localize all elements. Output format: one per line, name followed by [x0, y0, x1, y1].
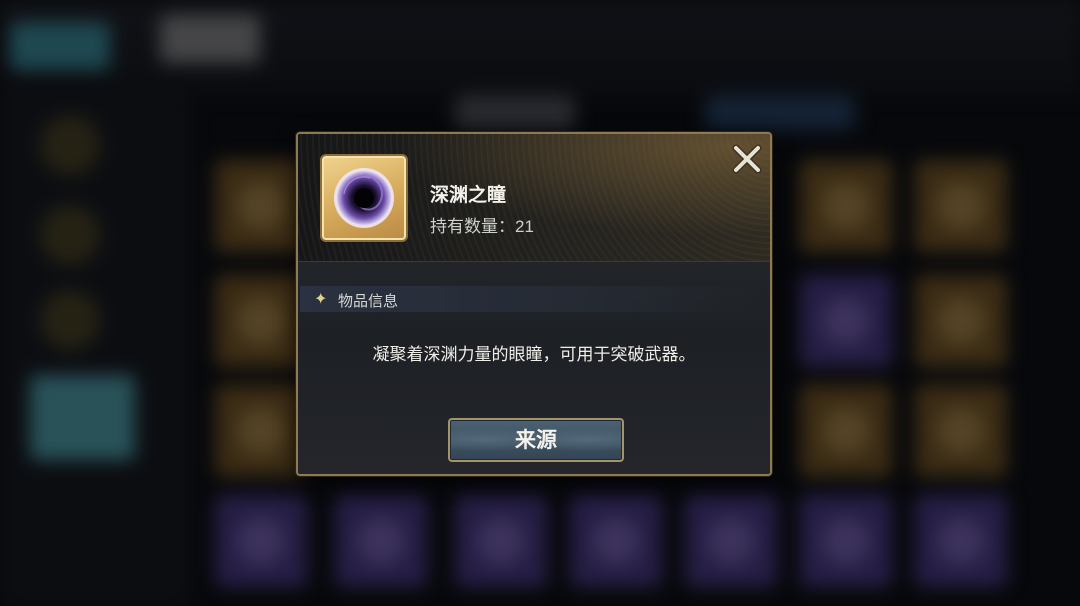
- close-icon: [732, 144, 762, 174]
- item-count: 持有数量：21: [430, 217, 534, 236]
- item-name: 深渊之瞳: [430, 185, 507, 206]
- item-icon-frame: [320, 154, 408, 242]
- item-detail-dialog: 深渊之瞳 持有数量：21 ✦ 物品信息 凝聚着深渊力量的眼瞳，可用于突破武器。 …: [296, 132, 772, 476]
- section-header: ✦ 物品信息: [300, 286, 768, 312]
- close-button[interactable]: [730, 142, 764, 176]
- sparkle-icon: ✦: [314, 289, 328, 308]
- item-description: 凝聚着深渊力量的眼瞳，可用于突破武器。: [372, 345, 696, 364]
- dialog-header: 深渊之瞳 持有数量：21: [298, 134, 770, 262]
- source-button[interactable]: 来源: [448, 418, 624, 462]
- section-label: 物品信息: [338, 293, 399, 310]
- abyss-eye-icon: [334, 168, 394, 228]
